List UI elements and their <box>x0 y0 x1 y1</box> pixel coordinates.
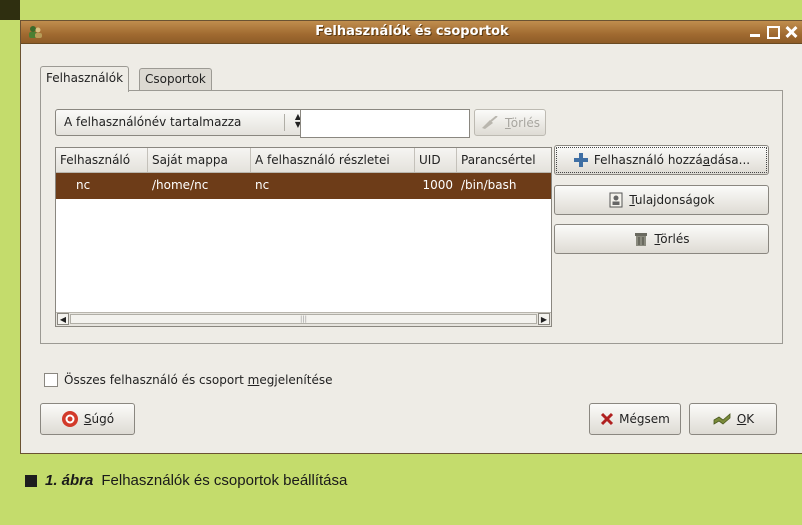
help-mnemonic: S <box>83 412 92 426</box>
scrollbar-thumb[interactable]: ||| <box>70 314 537 324</box>
add-mnemonic: a <box>702 153 711 167</box>
search-input[interactable] <box>300 109 470 138</box>
help-icon <box>61 411 78 427</box>
add-user-button[interactable]: Felhasználó hozzáadása... <box>554 145 769 175</box>
properties-rest: ulajdonságok <box>634 193 715 207</box>
users-table: Felhasználó Saját mappa A felhasználó ré… <box>55 147 552 327</box>
scroll-right-icon[interactable]: ▶ <box>538 313 550 325</box>
delete-rest: örlés <box>660 232 690 246</box>
clear-rest: örlés <box>510 115 540 130</box>
scroll-left-icon[interactable]: ◀ <box>57 313 69 325</box>
minimize-icon[interactable] <box>747 24 763 40</box>
caption-figure-label: 1. ábra <box>45 472 94 489</box>
cell-home: /home/nc <box>152 178 209 192</box>
table-row[interactable]: nc /home/nc nc 1000 /bin/bash <box>56 173 551 199</box>
cancel-label: Mégsem <box>619 412 670 426</box>
show-all-option[interactable]: Összes felhasználó és csoport megjelenít… <box>44 373 332 387</box>
cancel-icon <box>601 412 614 426</box>
cell-uid: 1000 <box>422 178 453 192</box>
help-button[interactable]: Súgó <box>40 403 135 435</box>
properties-icon <box>609 192 623 208</box>
horizontal-scrollbar[interactable]: ◀ ||| ▶ <box>56 312 551 326</box>
clear-broom-icon <box>481 115 498 129</box>
column-header-uid[interactable]: UID <box>415 148 457 172</box>
show-all-checkbox[interactable] <box>44 373 58 387</box>
add-label-before: Felhasználó hozzá <box>593 153 703 167</box>
clear-filter-button[interactable]: Törlés <box>474 109 546 136</box>
ok-button[interactable]: OK <box>689 403 777 435</box>
delete-user-button[interactable]: Törlés <box>554 224 769 254</box>
window-title: Felhasználók és csoportok <box>315 24 509 39</box>
trash-icon <box>635 233 648 246</box>
tab-groups[interactable]: Csoportok <box>139 68 212 90</box>
close-icon[interactable] <box>783 24 799 40</box>
plus-icon <box>573 153 588 167</box>
show-all-label-after: egjelenítése <box>259 373 333 387</box>
help-rest: úgó <box>91 412 115 426</box>
tab-users[interactable]: Felhasználók <box>40 66 130 92</box>
filter-combo-value: A felhasználónév tartalmazza <box>64 115 242 129</box>
properties-button[interactable]: Tulajdonságok <box>554 185 769 215</box>
column-header-shell[interactable]: Parancsértel <box>457 148 551 172</box>
combo-separator <box>284 114 285 131</box>
column-header-home[interactable]: Saját mappa <box>148 148 251 172</box>
column-header-details[interactable]: A felhasználó részletei <box>251 148 415 172</box>
column-header-user[interactable]: Felhasználó <box>56 148 148 172</box>
dialog-window: Felhasználók és csoportok Felhasználók C… <box>20 20 802 454</box>
filter-combo[interactable]: A felhasználónév tartalmazza ▲ ▼ <box>55 109 308 136</box>
cell-details: nc <box>255 178 270 192</box>
ok-icon <box>713 413 731 425</box>
ok-mnemonic: O <box>736 412 747 426</box>
show-all-label-before: Összes felhasználó és csoport <box>64 373 248 387</box>
cell-user: nc <box>76 178 91 192</box>
corner-mark <box>0 0 20 20</box>
maximize-icon[interactable] <box>765 24 781 40</box>
cell-shell: /bin/bash <box>461 178 517 192</box>
title-bar[interactable]: Felhasználók és csoportok <box>21 21 802 44</box>
ok-rest: K <box>746 412 755 426</box>
caption-square-icon <box>25 474 37 487</box>
figure-caption: 1. ábra Felhasználók és csoportok beállí… <box>25 472 347 489</box>
caption-text: Felhasználók és csoportok beállítása <box>101 472 348 489</box>
add-label-after: dása... <box>710 153 751 167</box>
cancel-button[interactable]: Mégsem <box>589 403 681 435</box>
table-header: Felhasználó Saját mappa A felhasználó ré… <box>56 148 551 173</box>
show-all-mnemonic: m <box>247 373 260 387</box>
